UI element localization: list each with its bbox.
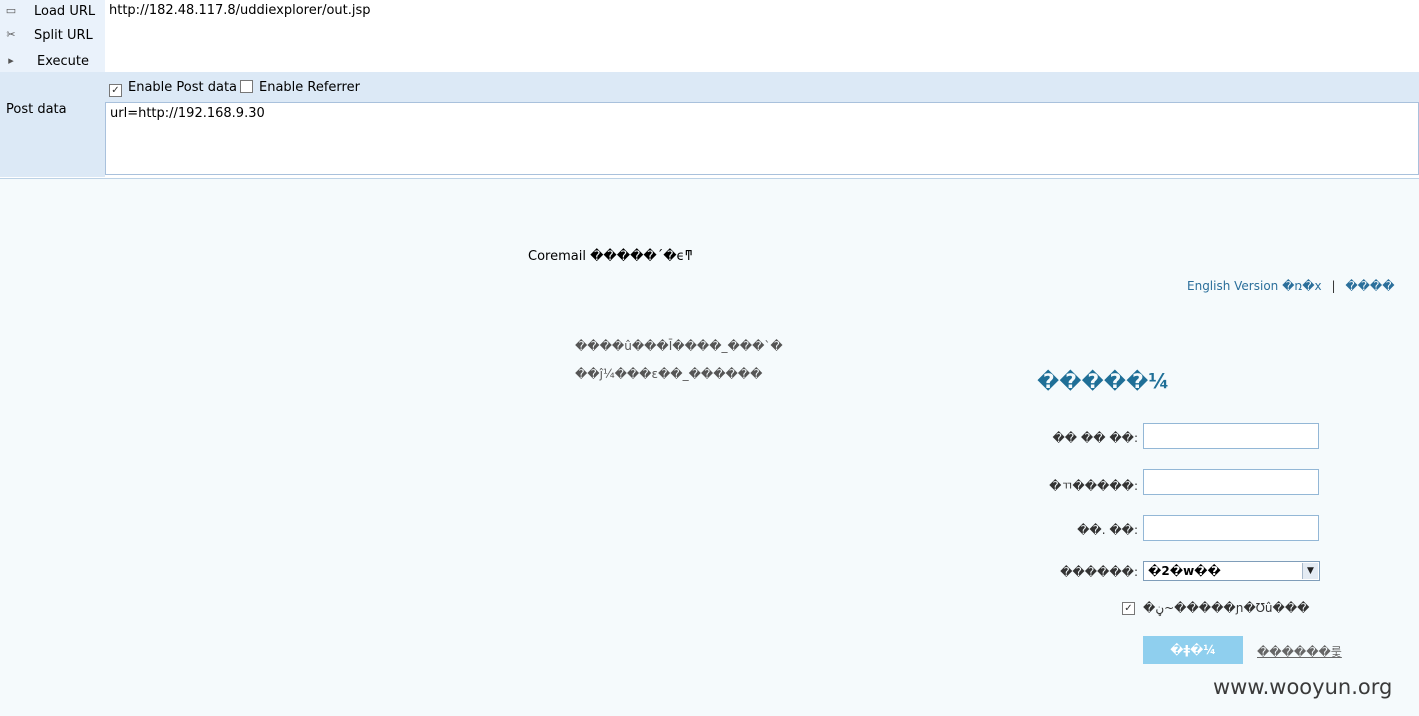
scissors-icon: ✂: [6, 28, 16, 41]
language-links: English Version �ռ�x | ����: [1187, 279, 1395, 293]
page-title: Coremail �����΄�ϵͳ: [528, 249, 693, 264]
load-url-label: Load URL: [34, 4, 96, 19]
english-version-link[interactable]: English Version: [1187, 279, 1278, 293]
forgot-password-link[interactable]: ������룿: [1257, 643, 1342, 660]
domain-input[interactable]: [1143, 469, 1319, 495]
intro-text-line-1: ����û���Ī����_���`�: [575, 339, 783, 353]
enable-referrer-checkbox[interactable]: [240, 80, 253, 93]
hackbar-toolbar: ▭ Load URL ✂ Split URL ▸ Execute http://…: [0, 0, 1419, 179]
remember-label: �ڼ~�����ɲ�Ʊû���: [1143, 601, 1310, 615]
enable-referrer-label: Enable Referrer: [259, 80, 360, 95]
load-url-icon: ▭: [5, 4, 17, 17]
webmail-login-page: Coremail �����΄�ϵͳ English Version �ռ�x …: [0, 179, 1419, 716]
load-url-button[interactable]: ▭ Load URL: [0, 0, 104, 24]
password-label: ��. ��:: [1077, 523, 1138, 537]
language-select-value: �2�w��: [1148, 564, 1221, 578]
post-data-label: Post data: [6, 102, 67, 117]
language-label: ������:: [1060, 565, 1138, 579]
username-input[interactable]: [1143, 423, 1319, 449]
login-button[interactable]: �ǂ�¼: [1143, 636, 1243, 664]
post-data-textarea[interactable]: url=http://192.168.9.30: [105, 102, 1419, 175]
post-data-value: url=http://192.168.9.30: [110, 106, 265, 121]
hackbar-actions: ▭ Load URL ✂ Split URL ▸ Execute: [0, 0, 105, 72]
execute-label: Execute: [37, 54, 89, 69]
login-heading: �����¼: [1037, 369, 1170, 393]
enable-post-label: Enable Post data: [128, 80, 238, 95]
url-value: http://182.48.117.8/uddiexplorer/out.jsp: [109, 3, 371, 18]
language-link-other[interactable]: ����: [1345, 279, 1394, 293]
split-url-label: Split URL: [34, 28, 93, 43]
post-data-label-area: Post data: [0, 102, 105, 177]
enable-referrer-option[interactable]: Enable Referrer: [240, 80, 360, 96]
enable-post-checkbox[interactable]: ✓: [109, 84, 122, 97]
intro-text-line-2: ��ĵ¼���ε��_������: [575, 367, 763, 381]
options-bar: ✓ Enable Post data Enable Referrer: [0, 72, 1419, 102]
execute-button[interactable]: ▸ Execute: [0, 50, 104, 74]
watermark: www.wooyun.org: [1213, 675, 1393, 699]
password-input[interactable]: [1143, 515, 1319, 541]
enable-post-option[interactable]: ✓ Enable Post data: [109, 80, 238, 97]
chevron-down-icon[interactable]: ▼: [1302, 563, 1318, 579]
language-link-mid[interactable]: �ռ�x: [1282, 279, 1322, 293]
split-url-button[interactable]: ✂ Split URL: [0, 24, 104, 48]
play-icon: ▸: [8, 54, 14, 67]
username-label: �� �� ��:: [1052, 431, 1139, 445]
domain-label: �ㄲ�����:: [1049, 479, 1138, 493]
url-textarea[interactable]: http://182.48.117.8/uddiexplorer/out.jsp: [105, 0, 1419, 72]
language-select[interactable]: �2�w�� ▼: [1143, 561, 1320, 581]
remember-checkbox[interactable]: ✓: [1122, 602, 1135, 615]
language-separator: |: [1331, 279, 1336, 293]
